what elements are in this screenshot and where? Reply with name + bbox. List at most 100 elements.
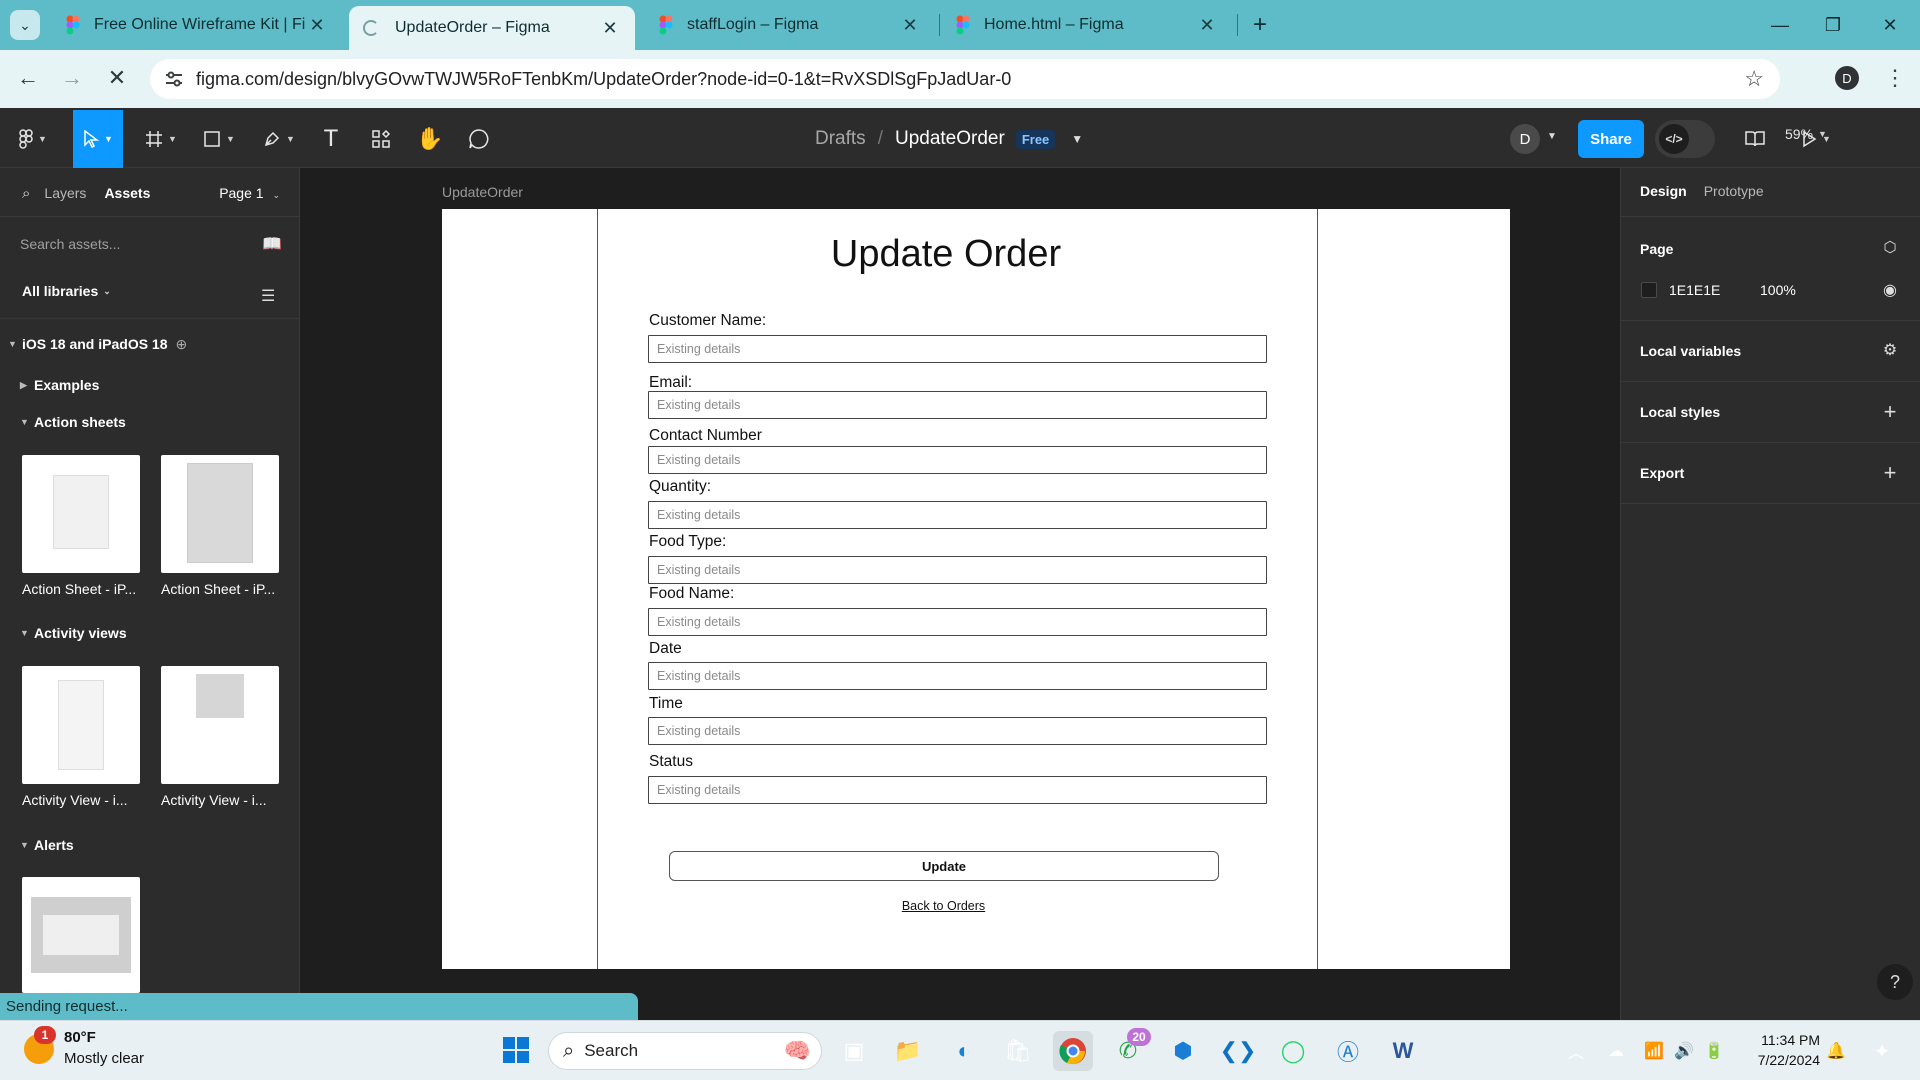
input-customer-name[interactable]: Existing details	[648, 335, 1267, 363]
bookmark-star-icon[interactable]: ☆	[1744, 66, 1764, 92]
browse-libraries-book-icon[interactable]: 📖	[262, 234, 282, 254]
asset-thumbnail-activity-view-2[interactable]	[161, 666, 279, 784]
assets-search-input[interactable]: Search assets... 📖	[20, 226, 282, 262]
user-avatar[interactable]: D	[1510, 124, 1540, 154]
app-store-icon[interactable]: Ⓐ	[1328, 1031, 1368, 1071]
library-book-icon[interactable]	[1740, 124, 1770, 154]
back-to-orders-link[interactable]: Back to Orders	[597, 899, 1290, 913]
security-shield-icon[interactable]: ⬢	[1163, 1031, 1203, 1071]
page-selector[interactable]: Page 1 ⌄	[219, 185, 280, 201]
close-window-icon[interactable]: ✕	[1862, 0, 1918, 50]
chrome-browser-icon[interactable]	[1053, 1031, 1093, 1071]
show-hidden-icons-chevron-icon[interactable]: ︿	[1556, 1031, 1596, 1071]
task-view-icon[interactable]: ▣	[834, 1031, 874, 1071]
weather-description[interactable]: Mostly clear	[64, 1050, 144, 1067]
new-tab-button[interactable]: +	[1245, 10, 1275, 40]
pen-tool[interactable]: ▼	[258, 124, 300, 154]
page-settings-icon[interactable]: ⬡	[1880, 238, 1900, 256]
tab-search-dropdown[interactable]: ⌄	[10, 10, 40, 40]
help-button[interactable]: ?	[1877, 964, 1913, 1000]
close-tab-icon[interactable]: ✕	[899, 15, 921, 36]
asset-thumbnail-action-sheet-1[interactable]	[22, 455, 140, 573]
page-color-swatch[interactable]	[1641, 282, 1657, 298]
variables-sliders-icon[interactable]: ⚙	[1880, 340, 1900, 360]
file-explorer-icon[interactable]: 📁	[888, 1031, 928, 1071]
local-styles-heading[interactable]: Local styles	[1640, 404, 1720, 420]
page-color-hex[interactable]: 1E1E1E	[1669, 282, 1720, 298]
whatsapp-icon[interactable]: ◯	[1273, 1031, 1313, 1071]
url-bar[interactable]: figma.com/design/blvyGOvwTWJW5RoFTenbKm/…	[150, 59, 1780, 99]
input-contact-number[interactable]: Existing details	[648, 446, 1267, 474]
microsoft-store-icon[interactable]: 🛍	[998, 1031, 1038, 1071]
file-name[interactable]: UpdateOrder	[895, 128, 1005, 150]
windows-start-icon[interactable]	[502, 1036, 530, 1064]
weather-temperature[interactable]: 80°F	[64, 1029, 96, 1046]
cloud-offline-icon[interactable]: ☁	[1596, 1031, 1636, 1071]
library-ios18[interactable]: ▼ iOS 18 and iPadOS 18 ⊕	[0, 332, 300, 356]
close-tab-icon[interactable]: ✕	[1196, 15, 1218, 36]
asset-thumbnail-alert[interactable]	[22, 877, 140, 993]
input-status[interactable]: Existing details	[648, 776, 1267, 804]
tab-home-html[interactable]: Home.html – Figma ✕	[942, 6, 1232, 44]
comment-tool[interactable]	[464, 124, 494, 154]
edge-browser-icon[interactable]: ◐	[944, 1031, 984, 1071]
copilot-icon[interactable]: ✦	[1862, 1031, 1902, 1071]
input-time[interactable]: Existing details	[648, 717, 1267, 745]
tab-design[interactable]: Design	[1640, 183, 1687, 199]
tab-wireframe-kit[interactable]: Free Online Wireframe Kit | Figma ✕	[52, 6, 342, 44]
taskbar-search[interactable]: ⌕ Search 🧠	[548, 1032, 822, 1070]
breadcrumb-drafts[interactable]: Drafts	[815, 128, 866, 150]
figma-main-menu[interactable]: ▼	[14, 124, 52, 154]
system-clock[interactable]: 11:34 PM 7/22/2024	[1740, 1030, 1820, 1070]
forward-arrow-icon[interactable]: →	[56, 62, 88, 94]
minimize-window-icon[interactable]: —	[1752, 0, 1808, 50]
list-view-icon[interactable]: ☰	[261, 286, 275, 306]
hand-tool-icon[interactable]: ✋	[415, 124, 445, 154]
section-alerts[interactable]: ▼ Alerts	[0, 833, 300, 857]
search-layers-icon[interactable]: ⌕	[22, 185, 30, 202]
input-quantity[interactable]: Existing details	[648, 501, 1267, 529]
battery-icon[interactable]: 🔋	[1694, 1031, 1734, 1071]
close-tab-icon[interactable]: ✕	[599, 18, 621, 39]
notifications-bell-icon[interactable]: 🔔	[1816, 1031, 1856, 1071]
input-date[interactable]: Existing details	[648, 662, 1267, 690]
section-activity-views[interactable]: ▼ Activity views	[0, 621, 300, 645]
text-tool-icon[interactable]: T	[316, 124, 346, 154]
input-food-name[interactable]: Existing details	[648, 608, 1267, 636]
tab-staff-login[interactable]: staffLogin – Figma ✕	[645, 6, 935, 44]
add-export-plus-icon[interactable]: +	[1880, 460, 1900, 486]
word-icon[interactable]: W	[1383, 1031, 1423, 1071]
local-variables-heading[interactable]: Local variables	[1640, 343, 1741, 359]
update-button[interactable]: Update	[669, 851, 1219, 881]
stop-loading-icon[interactable]: ✕	[101, 62, 133, 94]
back-arrow-icon[interactable]: ←	[12, 62, 44, 94]
browser-menu-icon[interactable]: ⋮	[1884, 62, 1906, 94]
restore-window-icon[interactable]: ❐	[1805, 0, 1861, 50]
dev-mode-toggle[interactable]: </>	[1655, 120, 1715, 158]
visibility-eye-icon[interactable]: ◉	[1880, 280, 1900, 300]
input-email[interactable]: Existing details	[648, 391, 1267, 419]
input-food-type[interactable]: Existing details	[648, 556, 1267, 584]
asset-thumbnail-action-sheet-2[interactable]	[161, 455, 279, 573]
resources-tool[interactable]	[366, 124, 396, 154]
file-menu-chevron-icon[interactable]: ▼	[1071, 132, 1083, 146]
profile-avatar[interactable]: D	[1835, 66, 1859, 90]
share-button[interactable]: Share	[1578, 120, 1644, 158]
page-opacity[interactable]: 100%	[1760, 282, 1796, 298]
tab-update-order[interactable]: UpdateOrder – Figma ✕	[349, 6, 635, 50]
section-examples[interactable]: ▶ Examples	[0, 373, 300, 397]
section-action-sheets[interactable]: ▼ Action sheets	[0, 410, 300, 434]
export-heading[interactable]: Export	[1640, 465, 1684, 481]
all-libraries-dropdown[interactable]: All libraries ⌄	[22, 283, 111, 299]
tab-layers[interactable]: Layers	[44, 185, 86, 201]
multiplayer-chevron-icon[interactable]: ▼	[1547, 131, 1557, 142]
close-tab-icon[interactable]: ✕	[306, 15, 328, 36]
add-style-plus-icon[interactable]: +	[1880, 399, 1900, 425]
move-tool[interactable]: ▼	[73, 110, 123, 168]
frame-tool[interactable]: ▼	[140, 124, 182, 154]
zoom-dropdown[interactable]: 59% ▼	[1785, 126, 1827, 142]
frame-name-label[interactable]: UpdateOrder	[442, 184, 523, 200]
shape-tool[interactable]: ▼	[198, 124, 240, 154]
site-settings-icon[interactable]	[164, 69, 184, 89]
tab-prototype[interactable]: Prototype	[1704, 183, 1764, 199]
